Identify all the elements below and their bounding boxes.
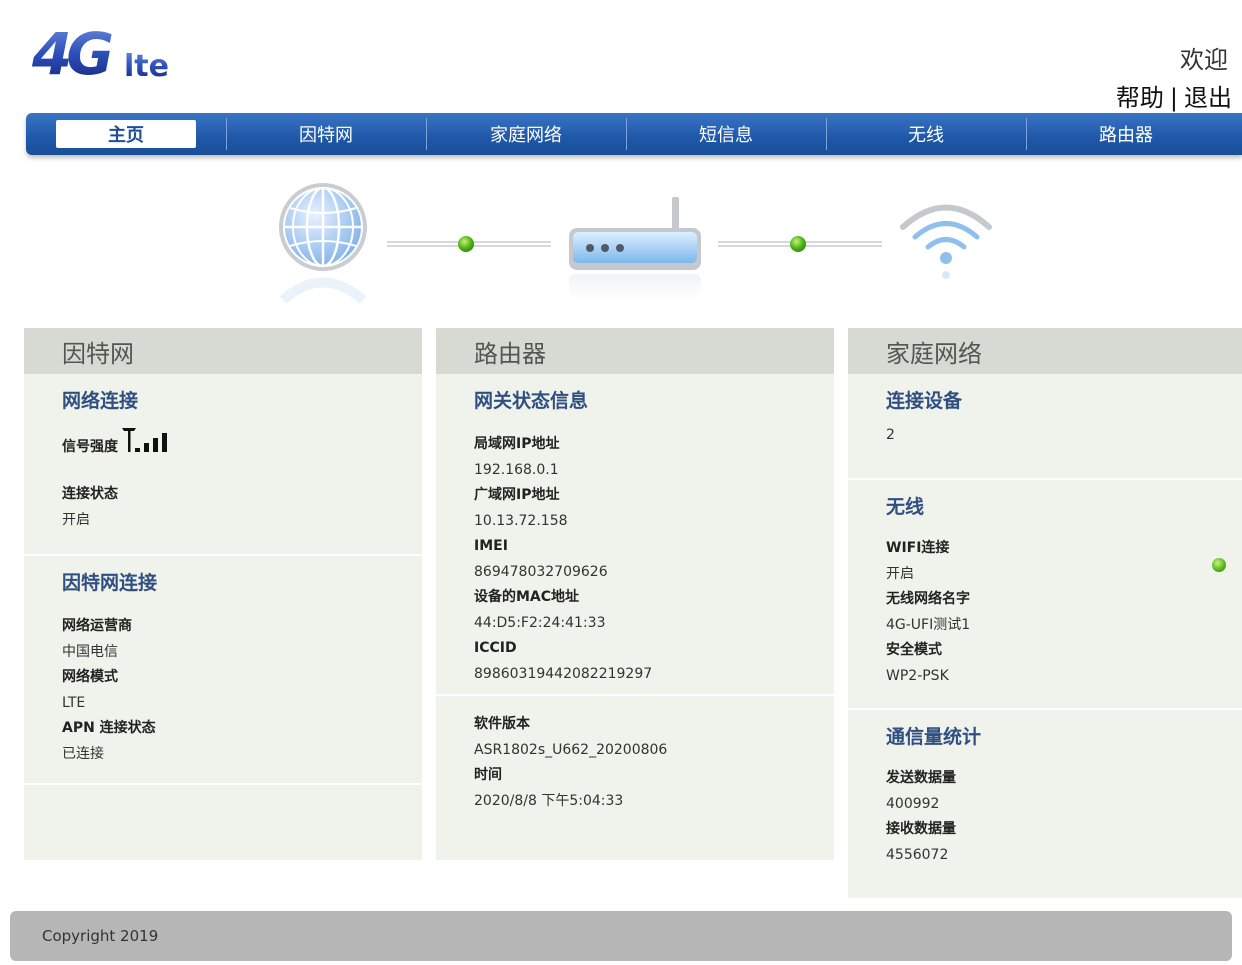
section-title: 因特网连接 [62,572,158,594]
nav-tab-home-network[interactable]: 家庭网络 [426,113,626,155]
main-nav: 主页 因特网 家庭网络 短信息 无线 路由器 [26,113,1242,155]
time-value: 2020/8/8 下午5:04:33 [474,793,624,809]
received-data-label: 接收数据量 [886,821,956,837]
home-network-panel: 家庭网络 连接设备 2 无线 WIFI连接 开启 无线网络名字 4G-UFI测试… [848,328,1242,898]
network-connection-section: 网络连接 信号强度 连接状态 开启 [24,374,422,556]
software-section: 软件版本 ASR1802s_U662_20200806 时间 2020/8/8 … [436,696,834,814]
iccid-label: ICCID [474,640,517,656]
nav-tab-label: 无线 [908,125,944,146]
panel-title: 家庭网络 [848,328,1242,374]
section-title: 无线 [886,496,925,518]
wifi-status-dot [1212,558,1226,572]
svg-text:lte: lte [124,49,169,84]
link-status-dot [790,236,806,252]
link-separator: | [1169,84,1178,112]
connected-devices-section: 连接设备 2 [848,374,1242,480]
imei-label: IMEI [474,538,508,554]
wireless-section: 无线 WIFI连接 开启 无线网络名字 4G-UFI测试1 安全模式 WP2-P… [848,480,1242,710]
mac-value: 44:D5:F2:24:41:33 [474,615,606,631]
footer: Copyright 2019 [10,911,1232,961]
help-link[interactable]: 帮助 [1116,84,1164,112]
security-mode-value: WP2-PSK [886,668,949,684]
lan-ip-value: 192.168.0.1 [474,462,559,478]
connection-status-value: 开启 [62,512,90,528]
network-topology [0,160,1242,310]
mac-label: 设备的MAC地址 [474,589,580,605]
signal-label: 信号强度 [62,439,118,455]
software-version-label: 软件版本 [474,716,530,732]
ssid-label: 无线网络名字 [886,591,970,607]
signal-row: 信号强度 [62,428,422,460]
nav-tab-label: 家庭网络 [490,125,562,146]
welcome-text: 欢迎 [1180,46,1228,74]
internet-connection-section: 因特网连接 网络运营商 中国电信 网络模式 LTE APN 连接状态 已连接 [24,556,422,785]
connection-status-label: 连接状态 [62,486,118,502]
wifi-icon [900,204,992,279]
top-links: 帮助 | 退出 [1116,78,1232,113]
nav-tab-sms[interactable]: 短信息 [626,113,826,155]
received-data-value: 4556072 [886,847,949,863]
link-status-dot [458,236,474,252]
operator-value: 中国电信 [62,644,118,660]
section-title: 网络连接 [62,390,139,412]
link-router-wifi [718,236,882,252]
section-title: 通信量统计 [886,726,982,748]
nav-tab-label: 路由器 [1099,125,1153,146]
ssid-value: 4G-UFI测试1 [886,617,971,633]
globe-icon [279,183,367,304]
nav-tab-label: 因特网 [299,125,353,146]
section-title: 网关状态信息 [474,390,589,412]
software-version-value: ASR1802s_U662_20200806 [474,742,668,758]
nav-tab-home[interactable]: 主页 [26,113,226,155]
wifi-connection-row: 开启 [886,558,1242,587]
router-icon [569,197,701,302]
gateway-status-section: 网关状态信息 局域网IP地址 192.168.0.1 广域网IP地址 10.13… [436,374,834,696]
operator-label: 网络运营商 [62,618,132,634]
apn-status-value: 已连接 [62,746,104,762]
internet-panel: 因特网 网络连接 信号强度 连接状态 开启 因特网连接 网络运营商 中国电信 网… [24,328,422,860]
network-mode-value: LTE [62,695,86,711]
nav-tab-router[interactable]: 路由器 [1026,113,1226,155]
nav-tab-label: 短信息 [699,125,753,146]
connected-devices-count: 2 [886,427,895,443]
wifi-connection-label: WIFI连接 [886,540,950,556]
logout-link[interactable]: 退出 [1184,84,1232,112]
security-mode-label: 安全模式 [886,642,942,658]
wifi-connection-value: 开启 [886,566,914,582]
apn-status-label: APN 连接状态 [62,720,156,736]
panel-title: 因特网 [24,328,422,374]
time-label: 时间 [474,767,502,783]
nav-tab-label: 主页 [56,120,196,148]
signal-strength-icon [122,428,167,452]
iccid-value: 89860319442082219297 [474,666,653,682]
imei-value: 869478032709626 [474,564,608,580]
lan-ip-label: 局域网IP地址 [474,436,560,452]
copyright-text: Copyright 2019 [42,927,159,945]
nav-tab-wireless[interactable]: 无线 [826,113,1026,155]
panel-title: 路由器 [436,328,834,374]
wan-ip-value: 10.13.72.158 [474,513,568,529]
svg-text:4G: 4G [32,22,112,86]
section-title: 连接设备 [886,390,963,412]
sent-data-value: 400992 [886,796,940,812]
sent-data-label: 发送数据量 [886,770,956,786]
brand-logo: 4G lte [31,20,192,88]
router-panel: 路由器 网关状态信息 局域网IP地址 192.168.0.1 广域网IP地址 1… [436,328,834,860]
traffic-stats-section: 通信量统计 发送数据量 400992 接收数据量 4556072 [848,710,1242,868]
link-internet-router [387,236,551,252]
network-mode-label: 网络模式 [62,669,118,685]
wan-ip-label: 广域网IP地址 [474,487,560,503]
nav-tab-internet[interactable]: 因特网 [226,113,426,155]
